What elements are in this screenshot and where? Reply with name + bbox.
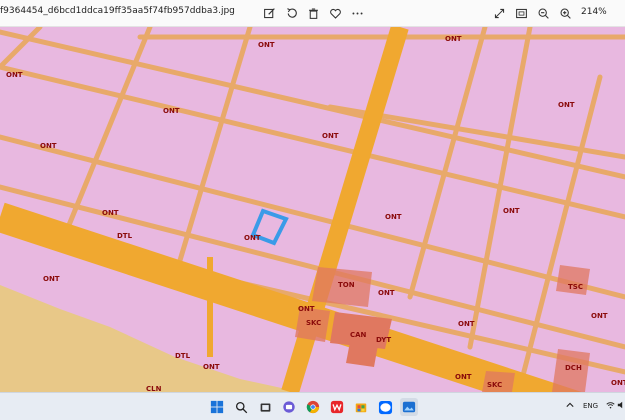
task-view-icon xyxy=(260,402,270,412)
store-icon xyxy=(355,403,367,413)
network-button[interactable] xyxy=(606,401,615,411)
zone-label-ont-5: ONT xyxy=(322,132,339,140)
wps-button[interactable] xyxy=(328,398,346,416)
zone-label-ont-2: ONT xyxy=(6,71,23,79)
zoom-in-icon xyxy=(560,8,571,19)
delete-button[interactable] xyxy=(304,4,322,22)
zone-label-cln: CLN xyxy=(146,385,162,392)
edit-button[interactable] xyxy=(260,4,278,22)
windows-start-button[interactable] xyxy=(208,398,226,416)
wps-icon xyxy=(330,400,344,414)
zone-label-ont-3: ONT xyxy=(40,142,57,150)
fit-to-window-button[interactable] xyxy=(512,4,530,22)
zone-label-ont-16: ONT xyxy=(591,312,608,320)
zalo-button[interactable] xyxy=(376,398,394,416)
fit-to-window-icon xyxy=(515,8,527,18)
zoom-out-icon xyxy=(538,8,549,19)
zoom-level: 214% xyxy=(581,7,607,17)
zone-label-ont-1: ONT xyxy=(258,41,275,49)
zone-label-ont-19: ONT xyxy=(611,379,625,387)
zone-label-skc-2: SKC xyxy=(487,381,502,389)
chevron-up-icon xyxy=(566,402,574,407)
chrome-icon xyxy=(306,400,320,414)
zone-label-ont-7: ONT xyxy=(558,101,575,109)
zone-label-ont-10: ONT xyxy=(385,213,402,221)
zone-label-ont-12: ONT xyxy=(43,275,60,283)
chrome-button[interactable] xyxy=(304,398,322,416)
zone-label-ont-13: ONT xyxy=(298,305,315,313)
zone-label-ont-6: ONT xyxy=(445,35,462,43)
zone-label-dyt: DYT xyxy=(376,336,391,344)
zone-label-ont-8: ONT xyxy=(102,209,119,217)
task-view-button[interactable] xyxy=(256,398,274,416)
zalo-icon xyxy=(378,400,392,414)
fullscreen-icon xyxy=(494,8,504,18)
zone-label-ont-9: ONT xyxy=(244,234,261,242)
zone-label-dtl-2: DTL xyxy=(175,352,191,360)
volume-button[interactable] xyxy=(617,401,625,411)
wifi-icon xyxy=(606,402,615,409)
image-viewer[interactable]: ONT ONT ONT ONT ONT ONT ONT ONT ONT ONT ONT ONT ONT O… xyxy=(0,27,625,392)
zone-label-dtl-1: DTL xyxy=(117,232,133,240)
zoom-out-button[interactable] xyxy=(534,4,552,22)
fullscreen-button[interactable] xyxy=(490,4,508,22)
store-button[interactable] xyxy=(352,398,370,416)
zoning-map[interactable]: ONT ONT ONT ONT ONT ONT ONT ONT ONT ONT ONT ONT ONT O… xyxy=(0,27,625,392)
zone-label-can: CAN xyxy=(350,331,367,339)
zoom-in-button[interactable] xyxy=(556,4,574,22)
chat-button[interactable] xyxy=(280,398,298,416)
title-bar: f9364454_d6bcd1ddca19ff35aa5f74fb957ddba… xyxy=(0,0,625,27)
photos-icon xyxy=(402,401,416,413)
favorite-button[interactable] xyxy=(326,4,344,22)
zone-label-ont-14: ONT xyxy=(378,289,395,297)
zone-label-ont-4: ONT xyxy=(163,107,180,115)
zone-label-ont-11: ONT xyxy=(503,207,520,215)
photos-button[interactable] xyxy=(400,398,418,416)
delete-icon xyxy=(308,8,318,19)
chat-icon xyxy=(283,401,295,413)
edit-icon xyxy=(263,7,275,18)
language-indicator[interactable]: ENG xyxy=(583,402,598,410)
zone-label-ton: TON xyxy=(338,281,355,289)
window-title: f9364454_d6bcd1ddca19ff35aa5f74fb957ddba… xyxy=(0,6,235,16)
taskbar: ENG xyxy=(0,392,625,420)
rotate-icon xyxy=(286,7,297,18)
zone-label-skc-1: SKC xyxy=(306,319,321,327)
favorite-icon xyxy=(329,8,341,19)
zone-label-tsc: TSC xyxy=(568,283,583,291)
speaker-icon xyxy=(617,401,623,409)
zone-label-ont-15: ONT xyxy=(458,320,475,328)
more-button[interactable] xyxy=(348,4,366,22)
search-icon xyxy=(235,401,247,413)
more-icon xyxy=(351,12,363,14)
windows-start-icon xyxy=(210,400,224,414)
rotate-button[interactable] xyxy=(282,4,300,22)
zone-label-dch: DCH xyxy=(565,364,582,372)
zone-label-ont-17: ONT xyxy=(203,363,220,371)
zone-label-ont-18: ONT xyxy=(455,373,472,381)
show-hidden-icons-button[interactable] xyxy=(566,401,574,411)
search-button[interactable] xyxy=(232,398,250,416)
